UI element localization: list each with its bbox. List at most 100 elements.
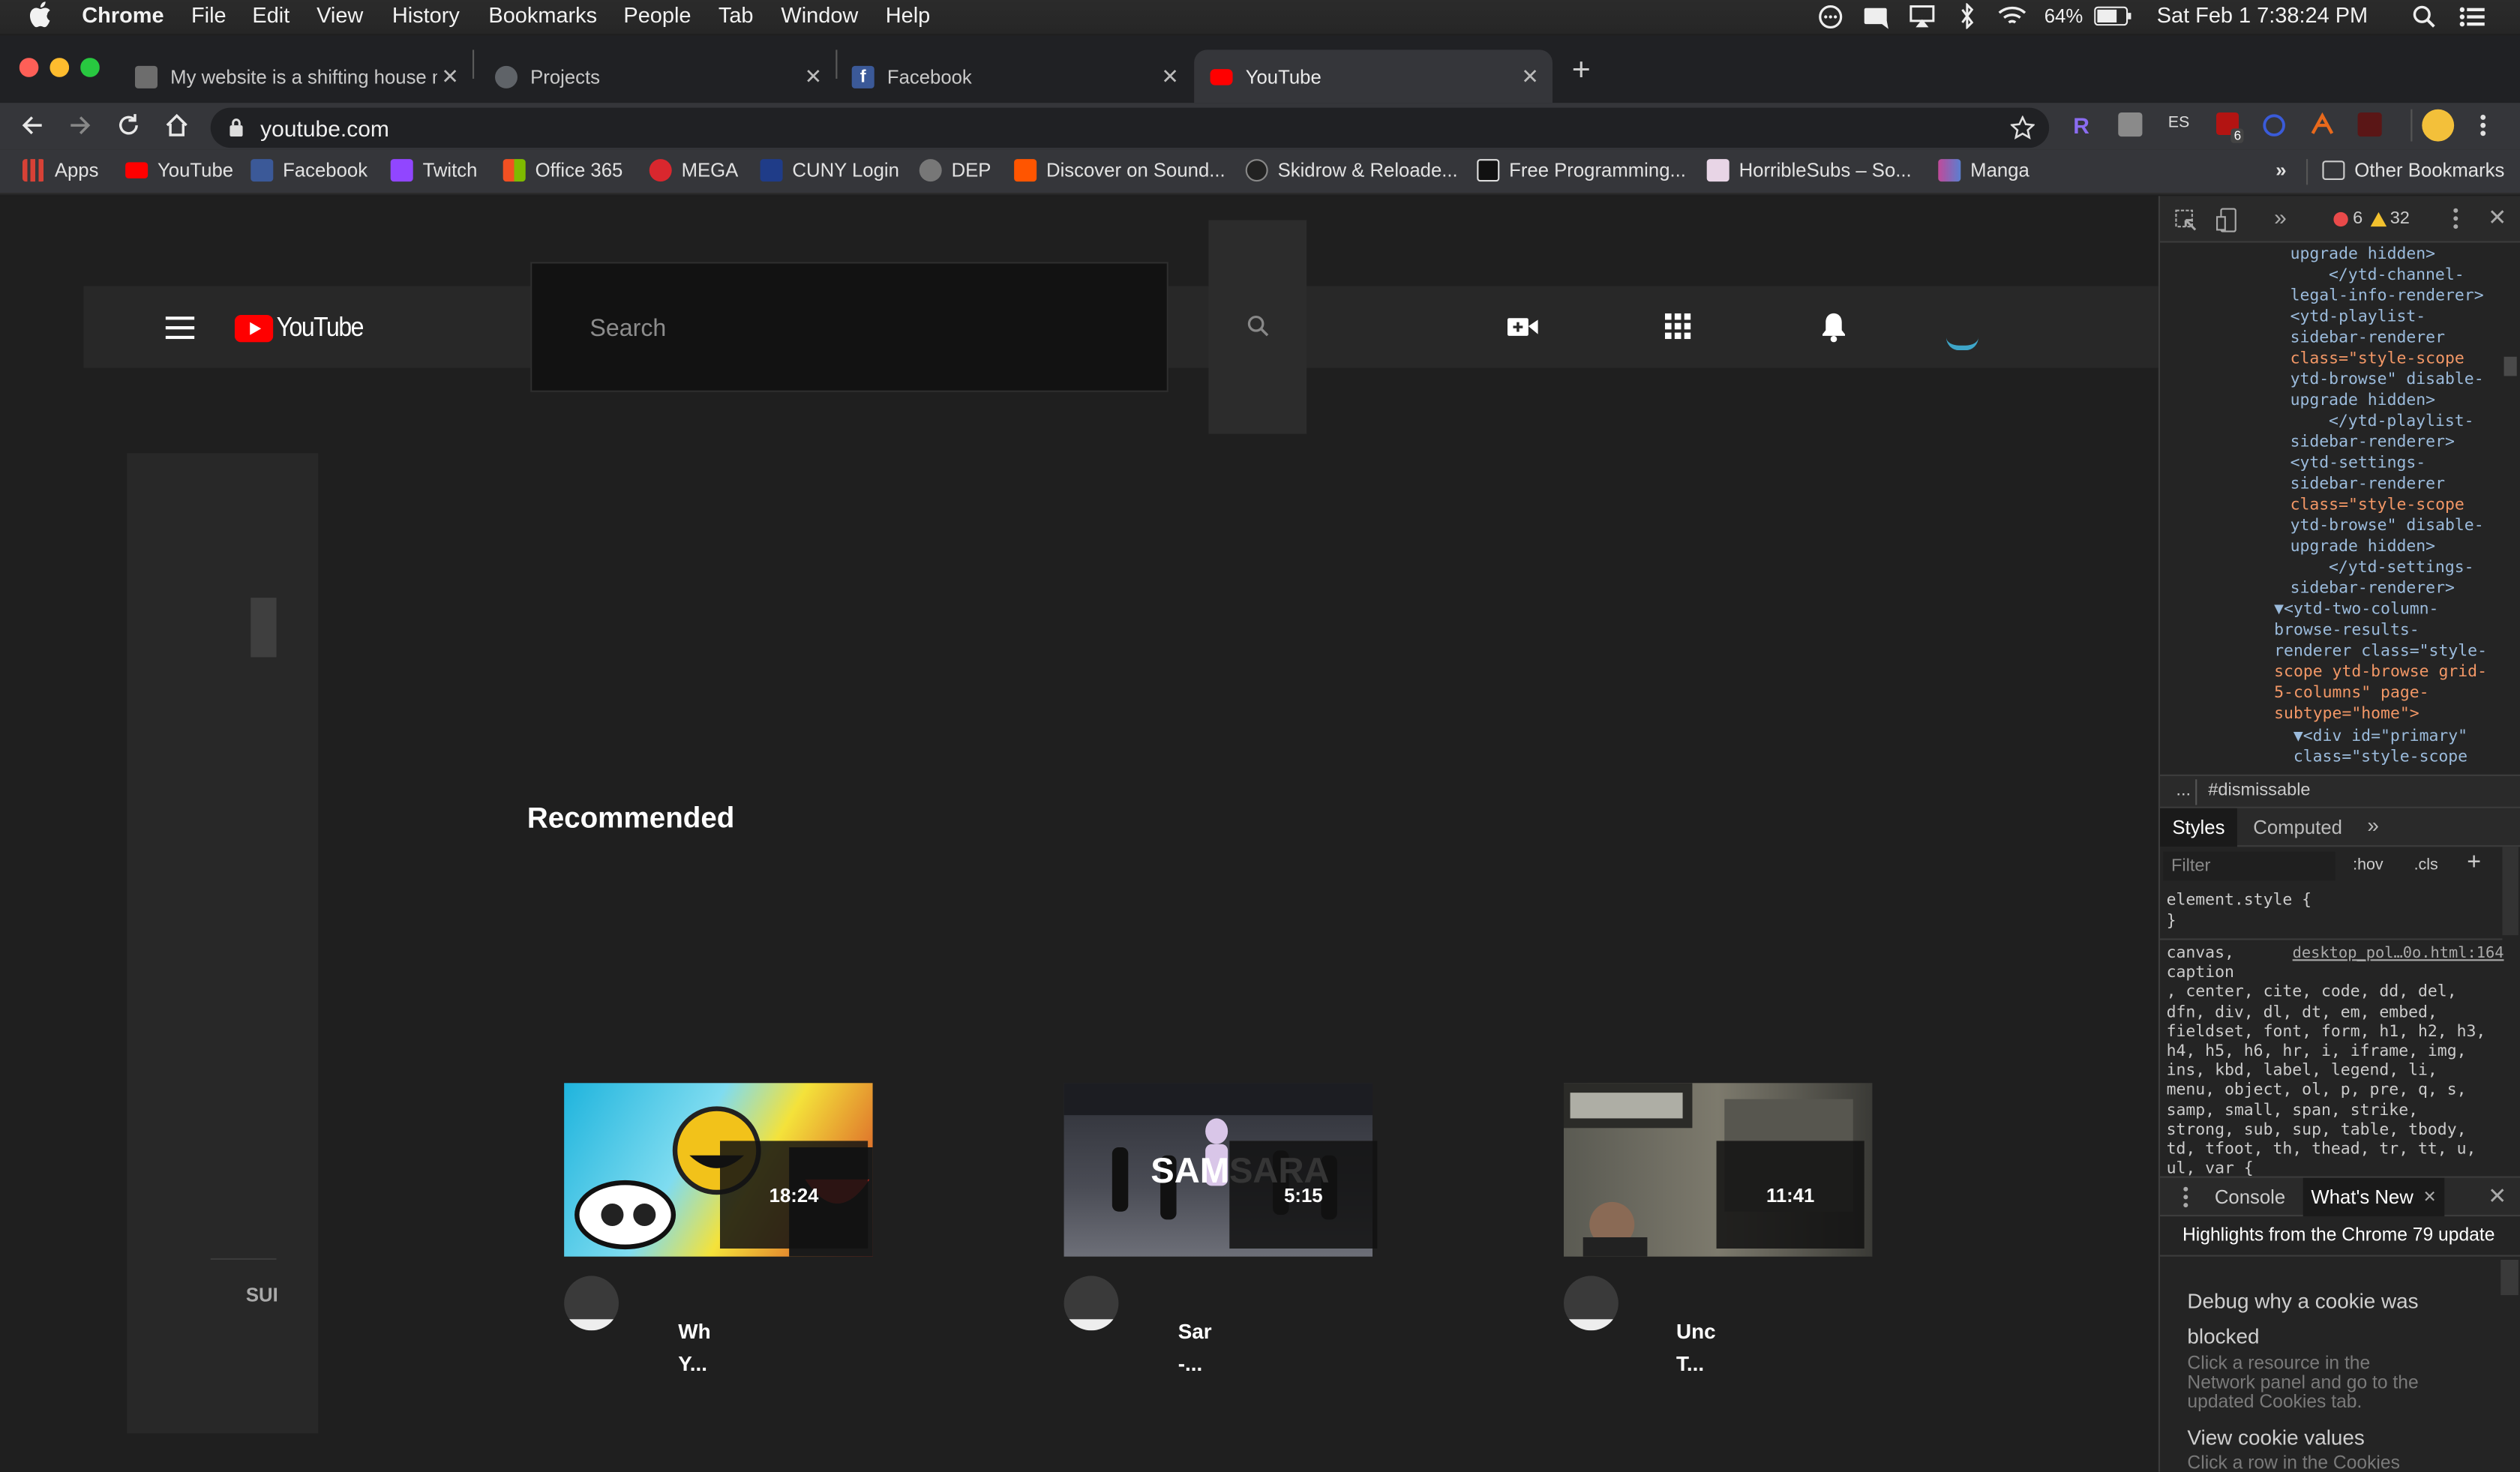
extension-orange-icon[interactable] bbox=[2309, 112, 2335, 136]
css-rule[interactable]: canvas, desktop_pol…0o.html:164 caption ,… bbox=[2167, 945, 2504, 1178]
bluetooth-icon[interactable] bbox=[1959, 3, 1975, 29]
inspect-element-icon[interactable] bbox=[2174, 209, 2197, 232]
bookmark-facebook[interactable]: Facebook bbox=[250, 159, 368, 182]
menu-window[interactable]: Window bbox=[781, 3, 858, 27]
new-style-rule-icon[interactable]: + bbox=[2467, 848, 2481, 875]
extension-es-icon[interactable]: ES bbox=[2168, 114, 2190, 132]
tab-styles[interactable]: Styles bbox=[2160, 808, 2237, 847]
close-tab-icon[interactable]: ✕ bbox=[2423, 1189, 2437, 1207]
elements-scrollbar[interactable] bbox=[2504, 356, 2517, 376]
spotlight-icon[interactable] bbox=[2412, 4, 2436, 28]
back-icon[interactable] bbox=[20, 112, 45, 138]
elements-tree[interactable]: upgrade hidden> </ytd-channel- legal-inf… bbox=[2160, 244, 2520, 775]
apps-icon[interactable] bbox=[1665, 313, 1691, 340]
styles-scrollbar[interactable] bbox=[2502, 847, 2518, 936]
bookmark-other[interactable]: Other Bookmarks bbox=[2322, 159, 2504, 181]
bookmark-star-icon[interactable] bbox=[2010, 115, 2035, 139]
reload-icon[interactable] bbox=[116, 112, 141, 138]
bookmark-apps[interactable]: Apps bbox=[22, 159, 98, 182]
extension-grey-icon[interactable] bbox=[2118, 112, 2143, 137]
bookmark-cuny[interactable]: CUNY Login bbox=[760, 159, 899, 182]
menu-tab[interactable]: Tab bbox=[718, 3, 754, 27]
bookmark-skidrow[interactable]: Skidrow & Reloade... bbox=[1245, 159, 1458, 182]
tab-close-icon[interactable]: ✕ bbox=[1157, 64, 1183, 89]
forward-icon[interactable] bbox=[68, 112, 93, 138]
menu-file[interactable]: File bbox=[191, 3, 226, 27]
bookmark-mega[interactable]: MEGA bbox=[649, 159, 738, 182]
youtube-logo[interactable]: YouTube bbox=[234, 312, 375, 344]
guide-scrollbar[interactable] bbox=[250, 598, 277, 658]
bookmarks-overflow-icon[interactable]: » bbox=[2276, 159, 2286, 181]
bookmark-soundcloud[interactable]: Discover on Sound... bbox=[1014, 159, 1226, 182]
omnibox[interactable]: youtube.com bbox=[210, 107, 2050, 148]
menu-people[interactable]: People bbox=[623, 3, 691, 27]
drawer-close-icon[interactable]: ✕ bbox=[2488, 1183, 2506, 1210]
hover-state-toggle[interactable]: :hov bbox=[2353, 856, 2384, 874]
airplay-icon[interactable] bbox=[1910, 4, 1935, 28]
tab-close-icon[interactable]: ✕ bbox=[800, 64, 826, 89]
tab-close-icon[interactable]: ✕ bbox=[437, 64, 463, 89]
create-video-icon[interactable] bbox=[1507, 316, 1538, 337]
channel-avatar-1[interactable] bbox=[564, 1276, 619, 1331]
tab-my-website[interactable]: My website is a shifting house ne ✕ bbox=[119, 49, 472, 103]
more-panels-icon[interactable]: » bbox=[2274, 204, 2287, 229]
menu-help[interactable]: Help bbox=[886, 3, 930, 27]
device-toolbar-icon[interactable] bbox=[2216, 207, 2239, 232]
clock[interactable]: Sat Feb 1 7:38:24 PM bbox=[2157, 3, 2368, 27]
menu-view[interactable]: View bbox=[316, 3, 363, 27]
issues-counter[interactable]: 6 32 bbox=[2333, 209, 2410, 228]
devtools-menu-icon[interactable] bbox=[2452, 207, 2459, 229]
window-minimize-button[interactable] bbox=[50, 58, 70, 77]
channel-avatar-2[interactable] bbox=[1064, 1276, 1119, 1331]
video-title-3[interactable]: Unc T... bbox=[1676, 1316, 1741, 1381]
notifications-bell-icon[interactable] bbox=[1820, 312, 1849, 343]
tab-computed[interactable]: Computed bbox=[2253, 817, 2342, 839]
whats-new-item-1[interactable]: Debug why a cookie was blocked Click a r… bbox=[2187, 1284, 2492, 1413]
menu-history[interactable]: History bbox=[392, 3, 460, 27]
hamburger-menu-icon[interactable] bbox=[165, 316, 195, 340]
tab-facebook[interactable]: f Facebook ✕ bbox=[836, 49, 1192, 103]
whats-new-item-2[interactable]: View cookie values Click a row in the Co… bbox=[2187, 1422, 2492, 1472]
menu-app-name[interactable]: Chrome bbox=[82, 3, 164, 27]
whats-new-scrollbar[interactable] bbox=[2500, 1260, 2518, 1296]
messages-icon[interactable] bbox=[1818, 4, 1844, 29]
drawer-tab-whats-new[interactable]: What's New ✕ bbox=[2302, 1177, 2445, 1217]
profile-avatar[interactable] bbox=[2422, 109, 2455, 142]
devtools-close-icon[interactable]: ✕ bbox=[2488, 204, 2506, 231]
new-tab-icon[interactable]: + bbox=[1572, 55, 1591, 87]
bookmark-youtube[interactable]: YouTube bbox=[125, 159, 233, 181]
tab-close-icon[interactable]: ✕ bbox=[1517, 64, 1543, 89]
apple-icon[interactable] bbox=[29, 1, 52, 28]
class-toggle[interactable]: .cls bbox=[2414, 856, 2438, 874]
bookmark-dep[interactable]: DEP bbox=[919, 159, 991, 182]
menu-edit[interactable]: Edit bbox=[252, 3, 290, 27]
wifi-icon[interactable] bbox=[1998, 4, 2027, 27]
extension-blue-icon[interactable] bbox=[2261, 112, 2287, 136]
video-title-2[interactable]: Sar -... bbox=[1178, 1316, 1243, 1381]
notifications-icon[interactable] bbox=[1863, 4, 1892, 29]
bookmark-free-programming[interactable]: Free Programming... bbox=[1477, 159, 1686, 182]
video-title-1[interactable]: Wh Y... bbox=[678, 1316, 742, 1381]
search-icon[interactable] bbox=[1247, 315, 1270, 337]
tab-youtube[interactable]: YouTube ✕ bbox=[1194, 49, 1552, 103]
source-link[interactable]: desktop_pol…0o.html:164 bbox=[2293, 945, 2504, 964]
styles-filter-input[interactable]: Filter bbox=[2163, 851, 2336, 881]
notification-center-icon[interactable] bbox=[2459, 7, 2485, 28]
more-style-tabs-icon[interactable]: » bbox=[2367, 813, 2379, 837]
tab-projects[interactable]: Projects ✕ bbox=[479, 49, 836, 103]
drawer-tab-console[interactable]: Console bbox=[2215, 1186, 2285, 1208]
search-input[interactable]: Search bbox=[530, 262, 1168, 392]
battery-icon[interactable] bbox=[2094, 6, 2132, 26]
channel-avatar-3[interactable] bbox=[1564, 1276, 1618, 1331]
bookmark-horriblesubs[interactable]: HorribleSubs – So... bbox=[1706, 159, 1912, 182]
breadcrumb[interactable]: #dismissable bbox=[2208, 781, 2310, 800]
breadcrumb-ellipsis[interactable]: ... bbox=[2176, 781, 2191, 800]
element-style-rule[interactable]: element.style { } bbox=[2167, 890, 2312, 932]
extension-red-icon[interactable] bbox=[2357, 112, 2382, 137]
bookmark-office365[interactable]: Office 365 bbox=[502, 159, 622, 182]
lock-icon[interactable] bbox=[228, 117, 244, 137]
bookmark-twitch[interactable]: Twitch bbox=[390, 159, 477, 182]
extension-r-icon[interactable]: R bbox=[2073, 112, 2090, 138]
drawer-menu-icon[interactable] bbox=[2182, 1186, 2189, 1208]
home-icon[interactable] bbox=[164, 112, 190, 138]
